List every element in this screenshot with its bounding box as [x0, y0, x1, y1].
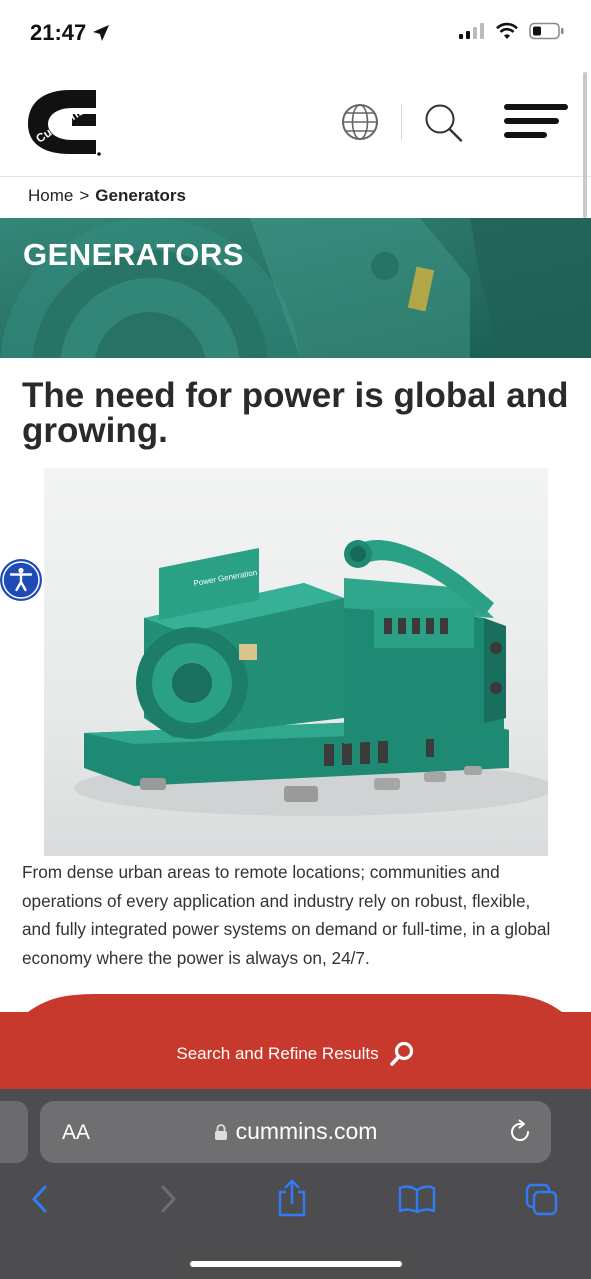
lock-icon	[214, 1123, 227, 1140]
cummins-logo[interactable]: Cummins	[26, 86, 104, 163]
bookmarks-icon[interactable]	[398, 1184, 436, 1214]
generator-illustration: Power Generation	[74, 539, 548, 816]
accessibility-icon[interactable]	[0, 559, 42, 601]
location-arrow-icon	[93, 25, 110, 41]
share-icon[interactable]	[276, 1178, 308, 1218]
reload-icon[interactable]	[507, 1119, 533, 1145]
header-divider	[401, 104, 402, 140]
search-refine-label: Search and Refine Results	[176, 1044, 379, 1063]
search-refine-icon	[389, 1041, 413, 1066]
status-time: 21:47	[30, 20, 110, 46]
url-display[interactable]: cummins.com	[0, 1118, 591, 1145]
search-refine-button[interactable]: Search and Refine Results	[0, 1041, 591, 1067]
globe-icon[interactable]	[340, 102, 380, 142]
intro-paragraph: From dense urban areas to remote locatio…	[22, 862, 551, 968]
battery-icon	[529, 22, 564, 40]
breadcrumb: Home > Generators	[28, 186, 186, 206]
page-headline: The need for power is global and growing…	[22, 376, 569, 450]
page-scrollbar[interactable]	[583, 72, 587, 218]
url-text: cummins.com	[235, 1118, 378, 1144]
home-indicator[interactable]	[190, 1261, 402, 1267]
breadcrumb-home[interactable]: Home	[28, 186, 73, 206]
search-icon[interactable]	[423, 102, 465, 144]
tabs-icon[interactable]	[524, 1182, 560, 1216]
status-icons	[459, 22, 565, 40]
hero-title: GENERATORS	[23, 237, 244, 272]
breadcrumb-separator: >	[79, 186, 90, 205]
back-icon[interactable]	[30, 1184, 50, 1214]
generator-image: Power Generation	[44, 468, 548, 856]
breadcrumb-current: Generators	[95, 186, 186, 205]
wifi-icon	[496, 22, 518, 39]
forward-icon[interactable]	[158, 1184, 178, 1214]
cummins-logo-mark: Cummins	[28, 90, 101, 156]
cellular-signal-icon	[459, 23, 484, 39]
safari-toolbar	[0, 1178, 591, 1222]
menu-icon[interactable]	[504, 103, 568, 141]
